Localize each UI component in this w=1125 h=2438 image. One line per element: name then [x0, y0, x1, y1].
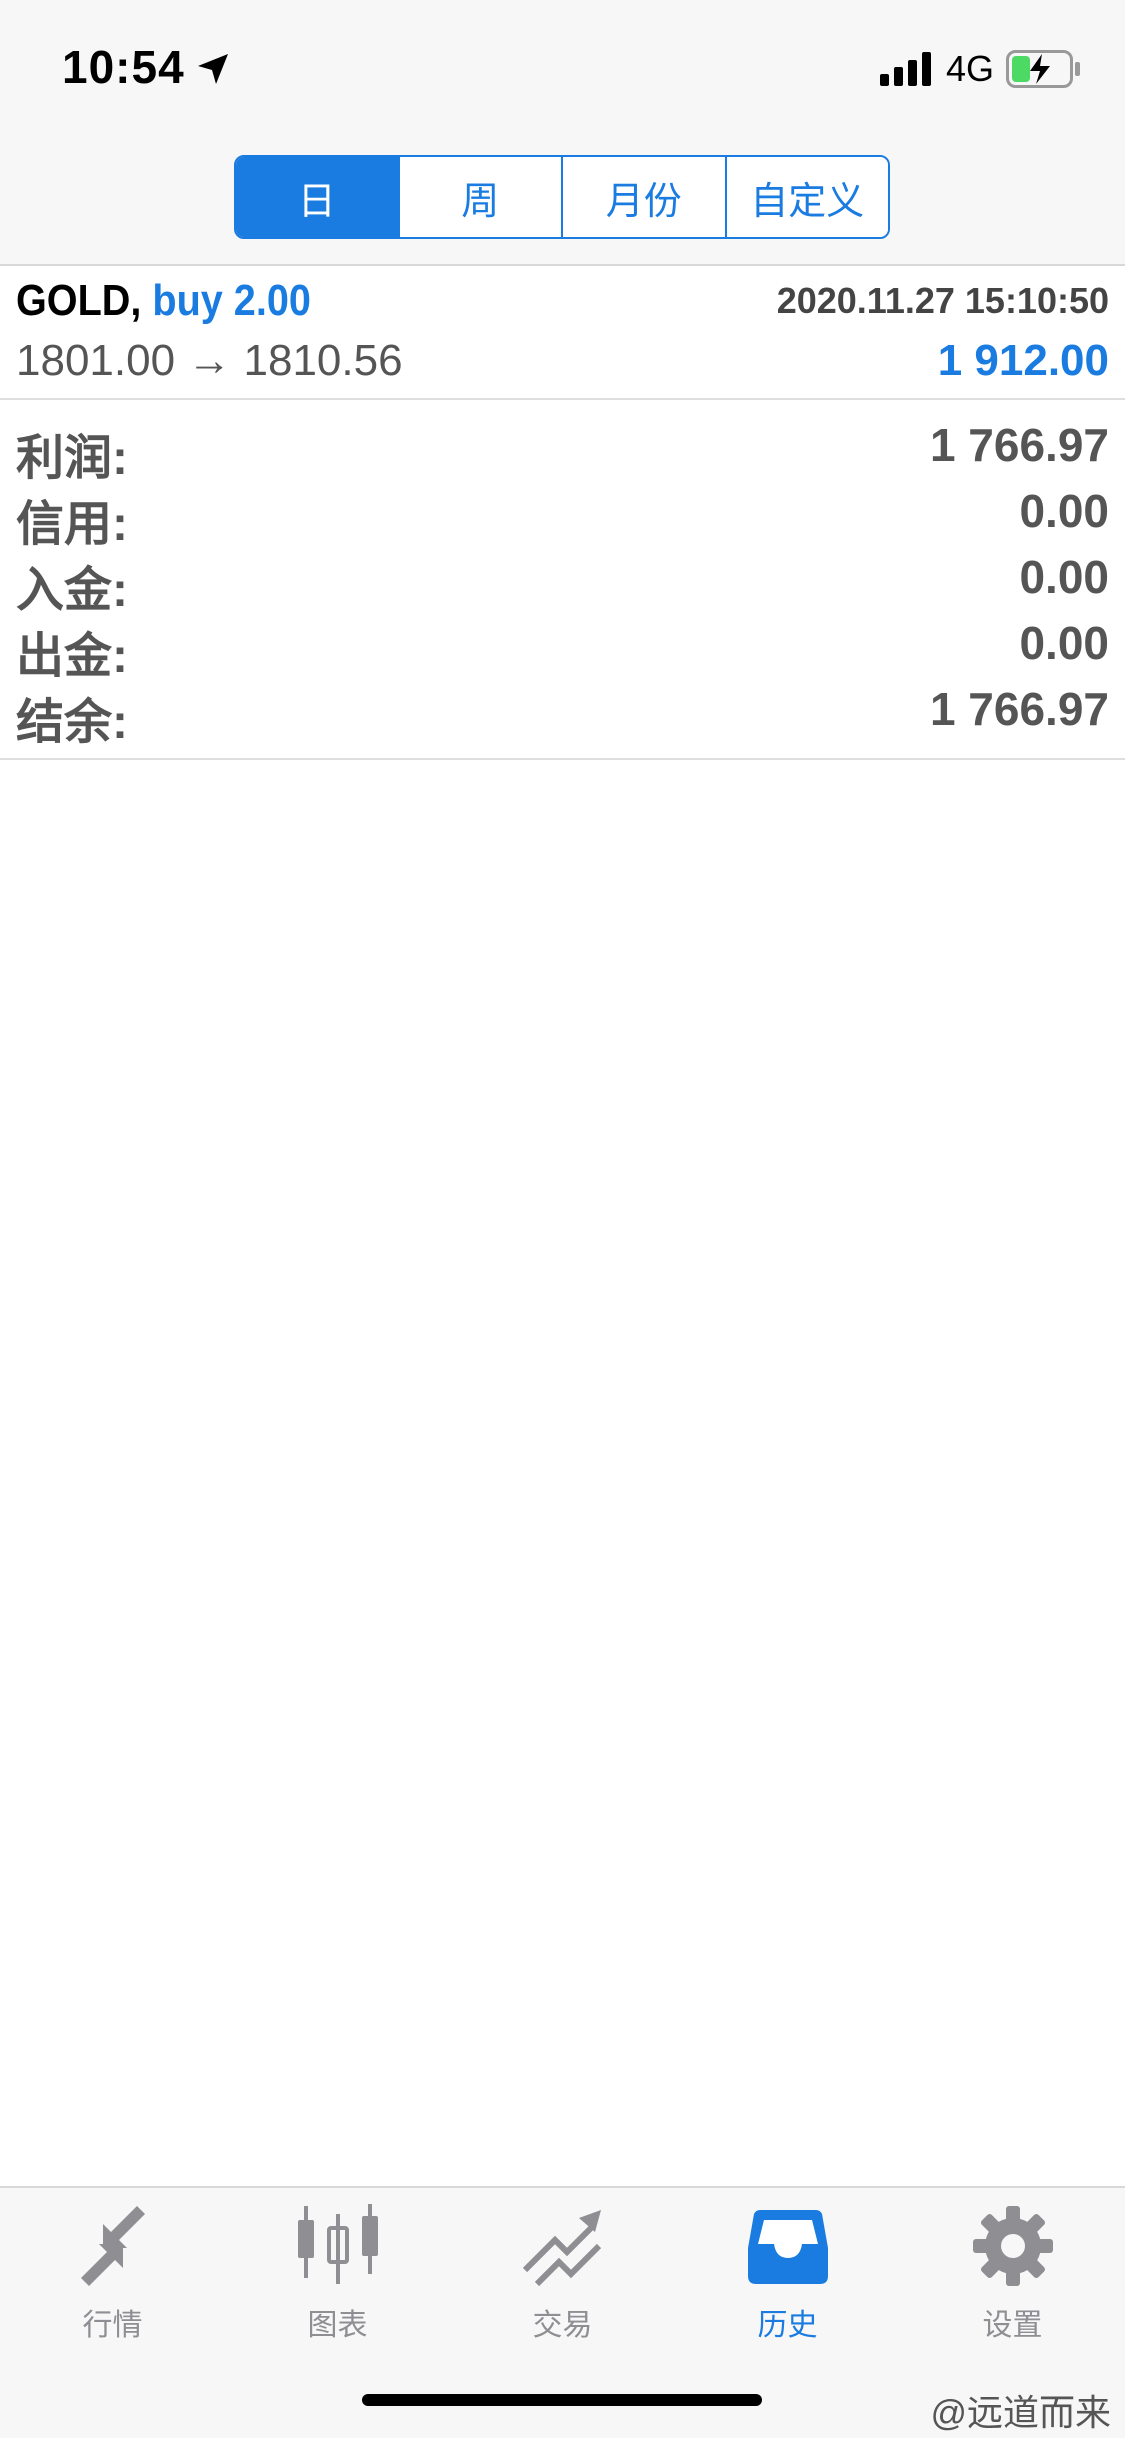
- summary-value: 0.00: [1019, 551, 1109, 603]
- summary-value: 0.00: [1019, 485, 1109, 537]
- status-time: 10:54: [62, 41, 185, 93]
- summary-label: 入金:: [16, 564, 128, 617]
- deal-row[interactable]: GOLD, buy 2.00 2020.11.27 15:10:50 1801.…: [0, 266, 1125, 400]
- summary-label: 结余:: [16, 696, 128, 749]
- tab-trade[interactable]: 交易: [450, 2204, 675, 2364]
- summary-row-credit: 信用: 0.00: [0, 484, 1125, 551]
- summary-value: 1 766.97: [929, 419, 1109, 471]
- segment-custom[interactable]: 自定义: [724, 157, 888, 237]
- candlestick-chart-icon: [297, 2204, 378, 2284]
- summary-label: 利润:: [16, 432, 128, 485]
- summary-value: 1 766.97: [929, 683, 1109, 735]
- cellular-signal-icon: [880, 52, 931, 86]
- deal-profit: 1 912.00: [937, 336, 1109, 385]
- deal-prices: 1801.00 → 1810.56: [16, 336, 403, 385]
- tab-label: 交易: [532, 2309, 593, 2342]
- period-segmented-control: 日 周 月份 自定义: [234, 155, 890, 239]
- deal-time: 2020.11.27 15:10:50: [776, 280, 1109, 321]
- settings-gear-icon: [972, 2206, 1053, 2286]
- deal-symbol-line: GOLD, buy 2.00: [16, 276, 311, 326]
- summary-label: 信用:: [16, 498, 128, 551]
- tab-charts[interactable]: 图表: [225, 2204, 450, 2364]
- summary-value: 0.00: [1019, 617, 1109, 669]
- tab-quotes[interactable]: 行情: [0, 2204, 225, 2364]
- trade-trend-icon: [522, 2210, 601, 2287]
- tab-label: 图表: [307, 2309, 368, 2342]
- summary-row-deposit: 入金: 0.00: [0, 550, 1125, 617]
- watermark: @远道而来: [930, 2392, 1111, 2433]
- summary-row-withdrawal: 出金: 0.00: [0, 616, 1125, 683]
- summary-row-balance: 结余: 1 766.97: [0, 682, 1125, 749]
- status-bar: 10:54 4G: [0, 0, 1125, 140]
- tab-settings[interactable]: 设置: [900, 2204, 1125, 2364]
- home-indicator[interactable]: [362, 2394, 762, 2406]
- tab-label: 行情: [82, 2309, 143, 2342]
- segment-week[interactable]: 周: [397, 157, 561, 237]
- period-selector-area: 日 周 月份 自定义: [0, 140, 1125, 266]
- deal-type: buy 2.00: [152, 276, 311, 325]
- account-summary: 利润: 1 766.97 信用: 0.00 入金: 0.00 出金: 0.00 …: [0, 400, 1125, 760]
- battery-charging-icon: [1006, 50, 1080, 88]
- location-arrow-icon: [198, 54, 228, 84]
- tab-label: 历史: [757, 2309, 818, 2342]
- segment-day[interactable]: 日: [236, 157, 398, 237]
- summary-label: 出金:: [16, 630, 128, 683]
- network-type: 4G: [946, 48, 995, 89]
- quotes-arrows-icon: [80, 2206, 145, 2286]
- history-inbox-icon: [747, 2210, 828, 2284]
- tab-history[interactable]: 历史: [675, 2204, 900, 2364]
- deal-symbol: GOLD,: [16, 276, 142, 325]
- summary-row-profit: 利润: 1 766.97: [0, 418, 1125, 485]
- segment-month[interactable]: 月份: [561, 157, 725, 237]
- tab-label: 设置: [982, 2309, 1043, 2342]
